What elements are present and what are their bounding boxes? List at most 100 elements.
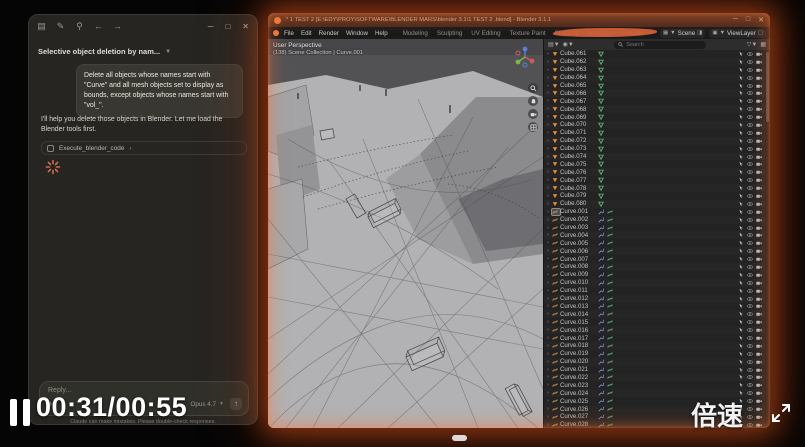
selectable-icon[interactable] bbox=[738, 343, 744, 349]
hide-viewport-icon[interactable] bbox=[747, 138, 753, 144]
disable-render-icon[interactable] bbox=[756, 319, 762, 325]
hide-viewport-icon[interactable] bbox=[747, 59, 753, 65]
outliner-row[interactable]: › Cube.072 bbox=[544, 136, 765, 145]
hide-viewport-icon[interactable] bbox=[747, 154, 753, 160]
disable-render-icon[interactable] bbox=[756, 217, 762, 223]
selectable-icon[interactable] bbox=[738, 296, 744, 302]
disable-render-icon[interactable] bbox=[756, 335, 762, 341]
disable-render-icon[interactable] bbox=[756, 382, 762, 388]
hide-viewport-icon[interactable] bbox=[747, 374, 753, 380]
outliner-row[interactable]: › Curve.020 bbox=[544, 357, 765, 366]
disable-render-icon[interactable] bbox=[756, 240, 762, 246]
outliner-row[interactable]: › Cube.070 bbox=[544, 121, 765, 129]
hide-viewport-icon[interactable] bbox=[747, 217, 753, 223]
disable-render-icon[interactable] bbox=[756, 296, 762, 302]
sidebar-icon[interactable]: ▤ bbox=[37, 21, 46, 31]
hide-viewport-icon[interactable] bbox=[747, 272, 753, 278]
selectable-icon[interactable] bbox=[738, 122, 744, 128]
progress-indicator[interactable] bbox=[452, 435, 467, 441]
outliner-row[interactable]: › Cube.066 bbox=[544, 89, 765, 98]
hide-viewport-icon[interactable] bbox=[747, 351, 753, 357]
disable-render-icon[interactable] bbox=[756, 303, 762, 309]
disable-render-icon[interactable] bbox=[756, 280, 762, 286]
tool-call-row[interactable]: Execute_blender_code › bbox=[41, 141, 247, 155]
hide-viewport-icon[interactable] bbox=[747, 311, 753, 317]
hide-viewport-icon[interactable] bbox=[747, 75, 753, 81]
conversation-title[interactable]: Selective object deletion by nam... ▼ bbox=[38, 47, 171, 56]
viewlayer-selector[interactable]: ▣ ▼ ViewLayer ▢ bbox=[709, 28, 766, 38]
disable-render-icon[interactable] bbox=[756, 327, 762, 333]
outliner-scrollbar[interactable] bbox=[765, 50, 770, 428]
pause-button[interactable] bbox=[10, 399, 30, 426]
outliner-row[interactable]: › Curve.016 bbox=[544, 326, 765, 335]
disable-render-icon[interactable] bbox=[756, 351, 762, 357]
disable-render-icon[interactable] bbox=[756, 209, 762, 215]
menu-render[interactable]: Render bbox=[319, 30, 339, 37]
minimize-button[interactable]: ─ bbox=[733, 16, 738, 24]
selectable-icon[interactable] bbox=[738, 138, 744, 144]
scene-selector[interactable]: ▦ ▼ Scene ◨ bbox=[659, 28, 706, 38]
send-button[interactable]: ↑ bbox=[230, 398, 242, 410]
hide-viewport-icon[interactable] bbox=[747, 264, 753, 270]
disable-render-icon[interactable] bbox=[756, 122, 762, 128]
3d-viewport[interactable]: User Perspective (138) Scene Collection … bbox=[268, 39, 543, 428]
disable-render-icon[interactable] bbox=[756, 343, 762, 349]
selectable-icon[interactable] bbox=[738, 51, 744, 57]
outliner-row[interactable]: › Cube.076 bbox=[544, 168, 765, 177]
outliner-row[interactable]: › Cube.078 bbox=[544, 184, 765, 193]
zoom-tool-icon[interactable] bbox=[528, 83, 538, 93]
disable-render-icon[interactable] bbox=[756, 138, 762, 144]
menu-help[interactable]: Help bbox=[375, 30, 388, 37]
hide-viewport-icon[interactable] bbox=[747, 390, 753, 396]
selectable-icon[interactable] bbox=[738, 232, 744, 238]
hide-viewport-icon[interactable] bbox=[747, 303, 753, 309]
selectable-icon[interactable] bbox=[738, 75, 744, 81]
disable-render-icon[interactable] bbox=[756, 98, 762, 104]
outliner-row[interactable]: › Cube.067 bbox=[544, 97, 765, 105]
outliner-row[interactable]: › Cube.071 bbox=[544, 129, 765, 137]
selectable-icon[interactable] bbox=[738, 185, 744, 191]
disable-render-icon[interactable] bbox=[756, 225, 762, 231]
outliner-row[interactable]: › Curve.012 bbox=[544, 294, 765, 303]
selectable-icon[interactable] bbox=[738, 359, 744, 365]
selectable-icon[interactable] bbox=[738, 280, 744, 286]
selectable-icon[interactable] bbox=[738, 146, 744, 152]
disable-render-icon[interactable] bbox=[756, 422, 762, 428]
outliner-row[interactable]: › Cube.080 bbox=[544, 199, 765, 208]
outliner-row[interactable]: › Curve.001 bbox=[544, 207, 765, 216]
disable-render-icon[interactable] bbox=[756, 59, 762, 65]
disable-render-icon[interactable] bbox=[756, 406, 762, 412]
disable-render-icon[interactable] bbox=[756, 193, 762, 199]
disable-render-icon[interactable] bbox=[756, 390, 762, 396]
selectable-icon[interactable] bbox=[738, 106, 744, 112]
outliner-row[interactable]: › Curve.023 bbox=[544, 381, 765, 389]
selectable-icon[interactable] bbox=[738, 67, 744, 73]
hide-viewport-icon[interactable] bbox=[747, 422, 753, 428]
display-mode-icon[interactable]: ◉▼ bbox=[563, 41, 574, 48]
hide-viewport-icon[interactable] bbox=[747, 122, 753, 128]
disable-render-icon[interactable] bbox=[756, 232, 762, 238]
hide-viewport-icon[interactable] bbox=[747, 209, 753, 215]
hide-viewport-icon[interactable] bbox=[747, 185, 753, 191]
forward-icon[interactable]: → bbox=[113, 21, 122, 31]
disable-render-icon[interactable] bbox=[756, 272, 762, 278]
render-layer-icon[interactable]: ▢ bbox=[758, 30, 763, 36]
outliner-row[interactable]: › Cube.063 bbox=[544, 66, 765, 74]
selectable-icon[interactable] bbox=[738, 240, 744, 246]
disable-render-icon[interactable] bbox=[756, 106, 762, 112]
outliner-row[interactable]: › Curve.013 bbox=[544, 303, 765, 311]
selectable-icon[interactable] bbox=[738, 319, 744, 325]
hide-viewport-icon[interactable] bbox=[747, 106, 753, 112]
disable-render-icon[interactable] bbox=[756, 185, 762, 191]
disable-render-icon[interactable] bbox=[756, 154, 762, 160]
hide-viewport-icon[interactable] bbox=[747, 51, 753, 57]
disable-render-icon[interactable] bbox=[756, 75, 762, 81]
back-icon[interactable]: ← bbox=[94, 21, 103, 31]
camera-view-icon[interactable] bbox=[528, 109, 538, 119]
selectable-icon[interactable] bbox=[738, 272, 744, 278]
disable-render-icon[interactable] bbox=[756, 398, 762, 404]
outliner-row[interactable]: › Curve.002 bbox=[544, 215, 765, 224]
hide-viewport-icon[interactable] bbox=[747, 319, 753, 325]
disable-render-icon[interactable] bbox=[756, 146, 762, 152]
hide-viewport-icon[interactable] bbox=[747, 232, 753, 238]
